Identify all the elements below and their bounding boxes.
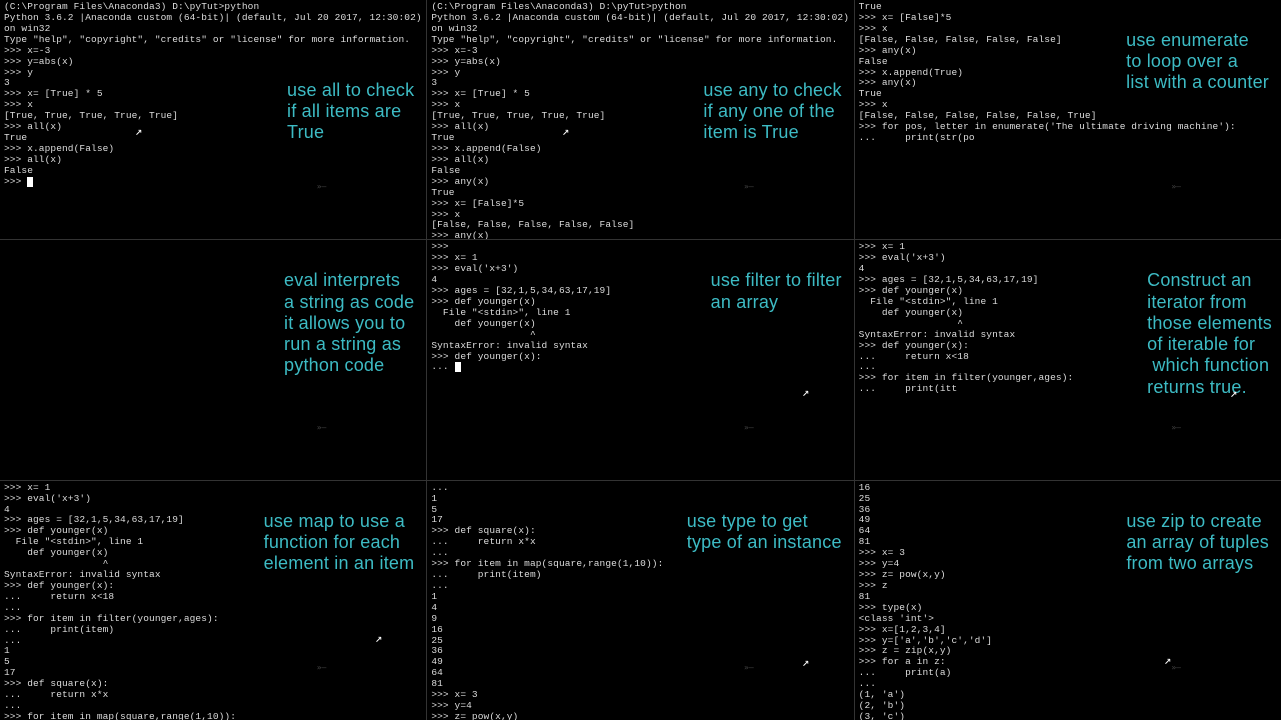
- panel-5: >>> >>> x= 1 >>> eval('x+3') 4 >>> ages …: [427, 240, 853, 479]
- slide-caption: use map to use a function for each eleme…: [264, 511, 415, 575]
- watermark: »—: [1171, 663, 1181, 672]
- panel-9: 16 25 36 49 64 81 >>> x= 3 >>> y=4 >>> z…: [855, 481, 1281, 720]
- slide-caption: eval interprets a string as code it allo…: [284, 270, 414, 376]
- slide-caption: use filter to filter an array: [711, 270, 842, 312]
- watermark: »—: [1171, 182, 1181, 191]
- watermark: »—: [317, 423, 327, 432]
- panel-6: >>> x= 1 >>> eval('x+3') 4 >>> ages = [3…: [855, 240, 1281, 479]
- mouse-pointer-icon: ↖: [802, 385, 809, 400]
- slide-caption: use type to get type of an instance: [687, 511, 842, 553]
- watermark: »—: [744, 423, 754, 432]
- slide-caption: use all to check if all items are True: [287, 80, 414, 144]
- slide-caption: Construct an iterator from those element…: [1147, 270, 1272, 397]
- video-slide-grid: (C:\Program Files\Anaconda3) D:\pyTut>py…: [0, 0, 1281, 720]
- panel-8: ... 1 5 17 >>> def square(x): ... return…: [427, 481, 853, 720]
- panel-2: (C:\Program Files\Anaconda3) D:\pyTut>py…: [427, 0, 853, 239]
- panel-3: True >>> x= [False]*5 >>> x [False, Fals…: [855, 0, 1281, 239]
- watermark: »—: [317, 663, 327, 672]
- panel-4: eval interprets a string as code it allo…: [0, 240, 426, 479]
- slide-caption: use zip to create an array of tuples fro…: [1126, 511, 1269, 575]
- watermark: »—: [744, 663, 754, 672]
- terminal-cursor: [455, 362, 461, 372]
- panel-1: (C:\Program Files\Anaconda3) D:\pyTut>py…: [0, 0, 426, 239]
- slide-caption: use enumerate to loop over a list with a…: [1126, 30, 1269, 94]
- watermark: »—: [317, 182, 327, 191]
- watermark: »—: [744, 182, 754, 191]
- watermark: »—: [1171, 423, 1181, 432]
- panel-7: >>> x= 1 >>> eval('x+3') 4 >>> ages = [3…: [0, 481, 426, 720]
- terminal-cursor: [27, 177, 33, 187]
- slide-caption: use any to check if any one of the item …: [703, 80, 841, 144]
